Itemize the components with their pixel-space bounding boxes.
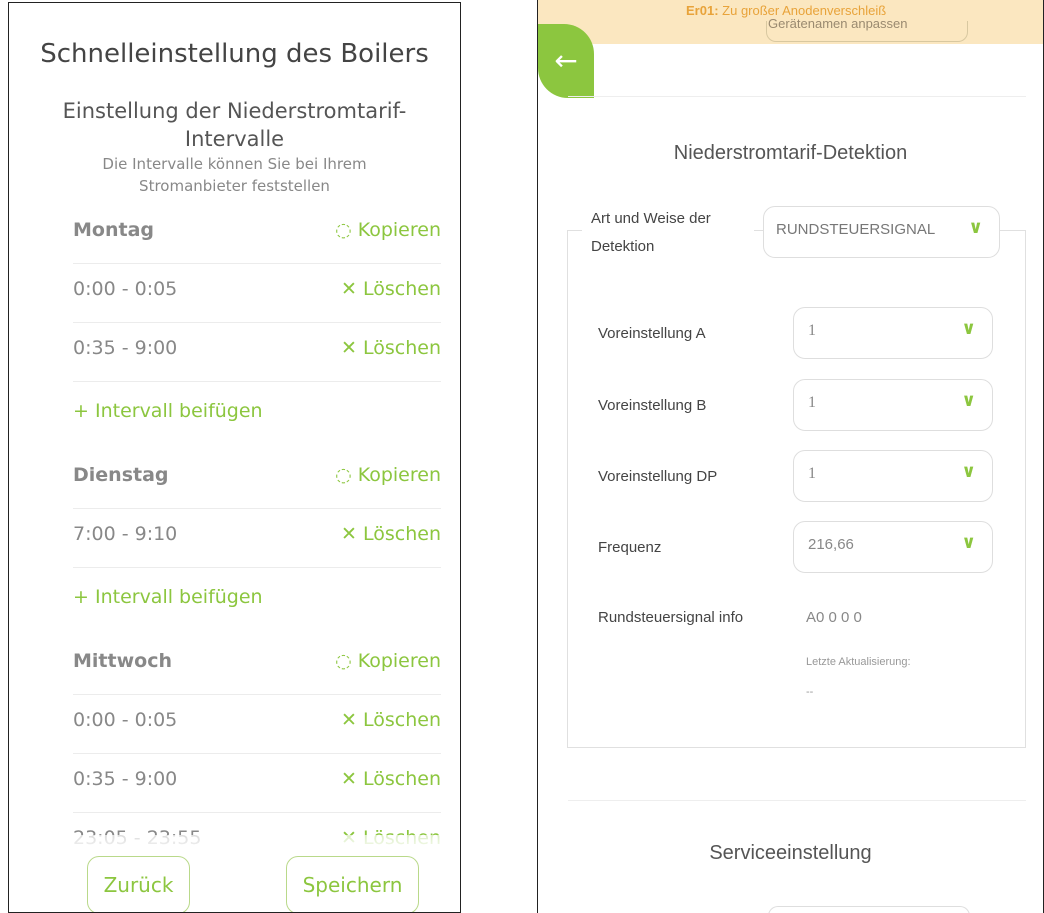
interval-time: 0:35 - 9:00 (73, 337, 178, 359)
delete-button[interactable]: ✕ Löschen (341, 523, 441, 545)
last-update-label: Letzte Aktualisierung: (806, 656, 911, 668)
service-select-partial[interactable] (768, 906, 970, 913)
page-title: Schnelleinstellung des Boilers (40, 39, 429, 69)
close-icon: ✕ (341, 278, 357, 300)
voreinstellung-dp-select[interactable]: 1 ∨ (793, 450, 993, 502)
interval-time: 0:00 - 0:05 (73, 278, 178, 300)
copy-button[interactable]: ◌ Kopieren (335, 650, 441, 672)
detection-label-line2: Detektion (591, 238, 655, 255)
field-label: Voreinstellung DP (598, 468, 718, 485)
interval-time: 0:00 - 0:05 (73, 709, 178, 731)
close-icon: ✕ (341, 523, 357, 545)
copy-button[interactable]: ◌ Kopieren (335, 219, 441, 241)
field-label: Voreinstellung A (598, 325, 706, 342)
interval-row: 0:35 - 9:00 ✕ Löschen (73, 754, 441, 813)
delete-button[interactable]: ✕ Löschen (341, 337, 441, 359)
section-title: Niederstromtarif-Detektion (673, 142, 908, 164)
day-name: Montag (73, 219, 154, 241)
delete-button[interactable]: ✕ Löschen (341, 278, 441, 300)
interval-row: 0:00 - 0:05 ✕ Löschen (73, 695, 441, 754)
service-section-title: Serviceeinstellung (709, 842, 872, 864)
info-label: Rundsteuersignal info (598, 609, 744, 626)
field-label: Voreinstellung B (598, 397, 707, 414)
hint-line2: Stromanbieter feststellen (139, 177, 330, 195)
chevron-down-icon: ∨ (968, 217, 983, 238)
interval-row: 0:35 - 9:00 ✕ Löschen (73, 323, 441, 382)
copy-button[interactable]: ◌ Kopieren (335, 464, 441, 486)
delete-button[interactable]: ✕ Löschen (341, 768, 441, 790)
chevron-down-icon: ∨ (961, 390, 976, 411)
save-button[interactable]: Speichern (286, 856, 419, 912)
detection-settings-panel: Er01: Zu großer Anodenverschleiß Geräten… (537, 0, 1044, 913)
select-value: 1 (808, 394, 816, 411)
divider (568, 96, 1026, 97)
interval-row: 0:00 - 0:05 ✕ Löschen (73, 264, 441, 323)
copy-icon: ◌ (335, 219, 352, 241)
section-subtitle-line1: Einstellung der Niederstromtarif- (62, 99, 407, 123)
arrow-left-icon: ← (554, 44, 578, 77)
interval-time: 7:00 - 9:10 (73, 523, 178, 545)
day-header-dienstag: Dienstag ◌ Kopieren (73, 450, 441, 509)
select-value: RUNDSTEUERSIGNAL (776, 221, 936, 238)
detection-label-line1: Art und Weise der (591, 210, 711, 227)
plus-icon: + (73, 400, 89, 422)
last-update-value: -- (806, 686, 814, 698)
error-code: Er01: (686, 3, 719, 18)
select-value: 1 (808, 322, 816, 339)
delete-button[interactable]: ✕ Löschen (341, 709, 441, 731)
section-subtitle-line2: Intervalle (184, 127, 285, 151)
back-arrow-button[interactable]: ← (538, 24, 594, 98)
voreinstellung-a-select[interactable]: 1 ∨ (793, 307, 993, 359)
divider (568, 800, 1026, 801)
day-name: Mittwoch (73, 650, 172, 672)
add-interval-button[interactable]: + Intervall beifügen (73, 586, 263, 608)
select-value: 1 (808, 465, 816, 482)
interval-row: 7:00 - 9:10 ✕ Löschen (73, 509, 441, 568)
interval-time: 0:35 - 9:00 (73, 768, 178, 790)
boiler-quick-settings-panel: Schnelleinstellung des Boilers Einstellu… (8, 2, 461, 913)
voreinstellung-b-select[interactable]: 1 ∨ (793, 379, 993, 431)
close-icon: ✕ (341, 768, 357, 790)
chevron-down-icon: ∨ (961, 318, 976, 339)
copy-icon: ◌ (335, 650, 352, 672)
day-header-mittwoch: Mittwoch ◌ Kopieren (73, 636, 441, 695)
info-value: A0 0 0 0 (806, 609, 862, 626)
day-header-montag: Montag ◌ Kopieren (73, 205, 441, 264)
plus-icon: + (73, 586, 89, 608)
close-icon: ✕ (341, 337, 357, 359)
select-value: 216,66 (808, 536, 854, 553)
field-label: Frequenz (598, 539, 662, 556)
close-icon: ✕ (341, 709, 357, 731)
frequency-select[interactable]: 216,66 ∨ (793, 521, 993, 573)
chevron-down-icon: ∨ (961, 461, 976, 482)
add-interval-button[interactable]: + Intervall beifügen (73, 400, 263, 422)
detection-mode-select[interactable]: RUNDSTEUERSIGNAL ∨ (763, 206, 1000, 258)
back-button[interactable]: Zurück (87, 856, 190, 912)
hint-line1: Die Intervalle können Sie bei Ihrem (102, 155, 367, 173)
chevron-down-icon: ∨ (961, 532, 976, 553)
rename-device-link[interactable]: Gerätenamen anpassen (768, 16, 907, 31)
copy-icon: ◌ (335, 464, 352, 486)
day-name: Dienstag (73, 464, 169, 486)
